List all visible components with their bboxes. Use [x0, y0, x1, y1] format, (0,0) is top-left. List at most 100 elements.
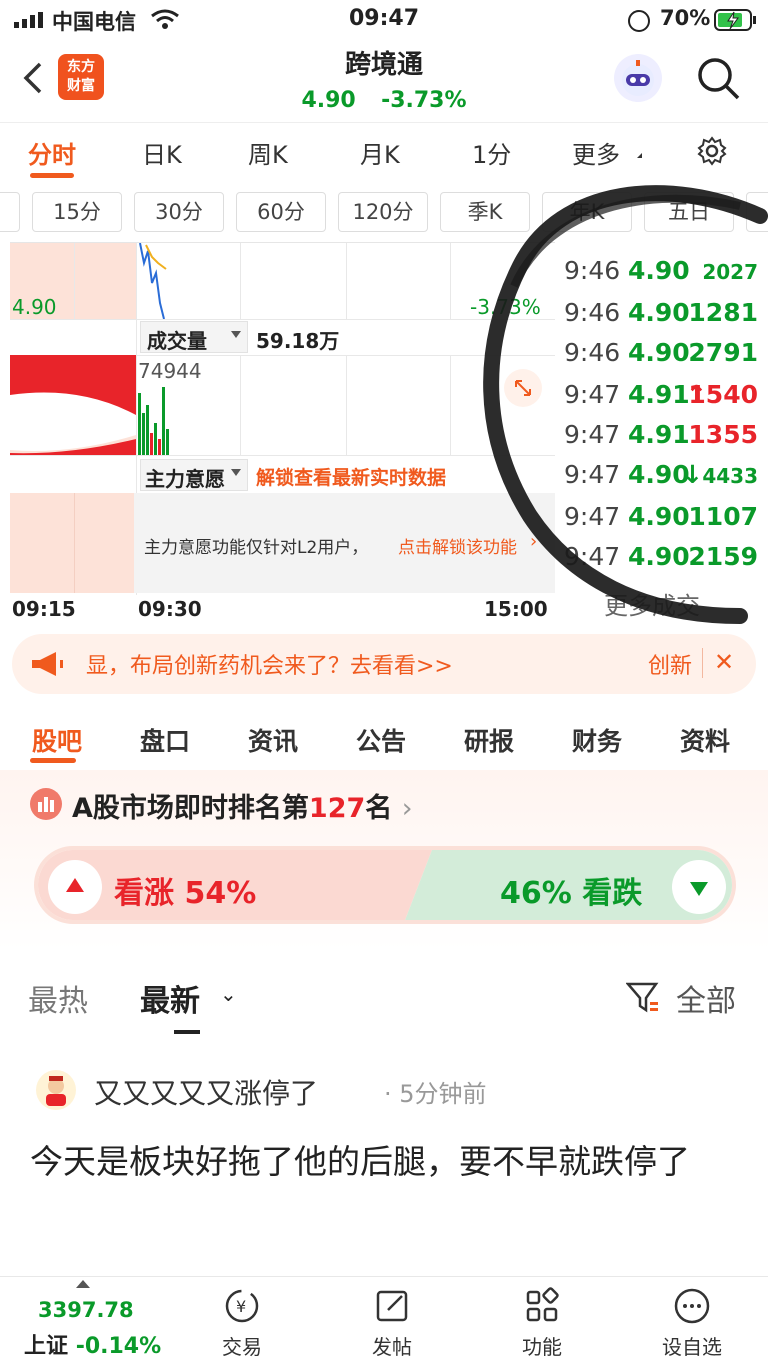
grid-line: [74, 493, 75, 593]
tab-1min[interactable]: 1分: [472, 135, 511, 170]
tab-day-k[interactable]: 日K: [142, 135, 182, 170]
ranking-icon: [30, 788, 62, 820]
bullish-button[interactable]: [48, 860, 102, 914]
auction-curve: [10, 355, 136, 455]
divider: [702, 648, 703, 678]
stock-change: -3.73%: [381, 88, 467, 113]
volume-indicator-select[interactable]: 成交量: [140, 321, 248, 353]
tab-research[interactable]: 研报: [464, 722, 514, 758]
bullish-percent: 54%: [184, 876, 257, 911]
active-tab-indicator: [30, 758, 76, 763]
chevron-down-icon: ⌄: [220, 982, 237, 1006]
post-author[interactable]: 又又又又又涨停了: [94, 1072, 318, 1112]
chart-period-tabs: 分时 日K 周K 月K 1分 更多: [0, 122, 768, 180]
grid-line: [346, 355, 347, 455]
chevron-right-icon: ›: [401, 793, 413, 824]
period-60min[interactable]: 60分: [236, 192, 326, 232]
battery-icon: [714, 8, 758, 32]
up-triangle-icon: [66, 878, 84, 892]
nav-trade[interactable]: ¥ 交易: [210, 1286, 274, 1360]
index-name: 上证: [24, 1334, 69, 1359]
price-line: [139, 243, 167, 319]
sort-hot[interactable]: 最热: [28, 976, 88, 1020]
user-avatar[interactable]: [36, 1070, 76, 1110]
more-caret-icon: [632, 153, 642, 158]
stock-price: 4.90: [301, 88, 356, 113]
nav-add-watchlist[interactable]: 设自选: [654, 1286, 730, 1360]
tab-news[interactable]: 资讯: [248, 722, 298, 758]
robot-assistant-icon[interactable]: [614, 54, 662, 102]
expand-up-icon[interactable]: [76, 1280, 90, 1288]
megaphone-icon: [30, 650, 70, 682]
tab-month-k[interactable]: 月K: [360, 135, 400, 170]
tab-profile[interactable]: 资料: [680, 722, 730, 758]
period-button-partial[interactable]: [0, 192, 20, 232]
sort-new[interactable]: 最新: [140, 976, 200, 1020]
battery-percent: 70%: [660, 6, 711, 30]
tab-guba[interactable]: 股吧: [32, 722, 82, 758]
nav-trade-label: 交易: [222, 1335, 262, 1359]
period-30min[interactable]: 30分: [134, 192, 224, 232]
nav-function[interactable]: 功能: [510, 1286, 574, 1360]
banner-tag: 创新: [648, 654, 693, 679]
more-dots-icon: [674, 1288, 710, 1324]
post-time-value: 5分钟前: [399, 1080, 487, 1108]
grid-line: [74, 243, 75, 319]
l2-notice-text: 主力意愿功能仅针对L2用户，: [144, 538, 369, 558]
svg-text:¥: ¥: [236, 1297, 246, 1316]
main-force-select[interactable]: 主力意愿: [140, 459, 248, 491]
period-15min[interactable]: 15分: [32, 192, 122, 232]
dropdown-caret-icon: [231, 331, 241, 338]
volume-label: 成交量: [147, 329, 207, 353]
tab-announcements[interactable]: 公告: [356, 722, 406, 758]
yuan-exchange-icon: ¥: [225, 1289, 259, 1323]
ranking-number: 127: [308, 793, 366, 824]
close-icon[interactable]: ✕: [714, 648, 734, 676]
bullish-label: 看涨 54%: [114, 868, 256, 912]
tab-more[interactable]: 更多: [572, 135, 620, 170]
nav-post[interactable]: 发帖: [360, 1286, 424, 1360]
index-value[interactable]: 3397.78: [38, 1298, 134, 1322]
tab-week-k[interactable]: 周K: [248, 135, 288, 170]
volume-number: 74944: [138, 359, 202, 383]
bearish-text: 看跌: [582, 876, 643, 911]
post-body[interactable]: 今天是板块好拖了他的后腿，要不早就跌停了: [30, 1136, 750, 1188]
market-ranking[interactable]: A股市场即时排名第127名 ›: [72, 786, 413, 825]
lock-rotation-icon: [628, 10, 650, 32]
unlock-realtime-link[interactable]: 解锁查看最新实时数据: [256, 463, 446, 490]
grid-line: [240, 355, 241, 455]
volume-bars: [138, 387, 169, 455]
bearish-button[interactable]: [672, 860, 726, 914]
index-change: -0.14%: [75, 1334, 162, 1359]
bullish-text: 看涨: [114, 876, 174, 911]
tab-intraday[interactable]: 分时: [28, 135, 76, 170]
main-force-label: 主力意愿: [145, 467, 225, 491]
tab-order-book[interactable]: 盘口: [140, 722, 190, 758]
section-tabs: 股吧 盘口 资讯 公告 研报 财务 资料: [0, 716, 768, 768]
volume-value: 59.18万: [256, 329, 340, 353]
nav-add-watchlist-label: 设自选: [662, 1335, 722, 1359]
promo-banner[interactable]: 显，布局创新药机会来了？去看看>> 创新 ✕: [12, 634, 756, 694]
period-120min[interactable]: 120分: [338, 192, 428, 232]
dropdown-caret-icon: [231, 469, 241, 476]
clock: 09:47: [348, 6, 420, 31]
filter-all[interactable]: 全部: [676, 976, 736, 1020]
status-bar: 中国电信 09:47 70%: [0, 0, 768, 40]
tab-financials[interactable]: 财务: [572, 722, 622, 758]
scribble-annotation: [483, 185, 768, 624]
ranking-suffix: 名: [365, 793, 393, 824]
time-axis-open: 09:30: [138, 597, 202, 621]
search-icon[interactable]: [696, 56, 740, 100]
grid-line: [240, 243, 241, 319]
bearish-label: 46% 看跌: [500, 868, 642, 912]
nav-post-label: 发帖: [372, 1335, 412, 1359]
main-force-locked-area: [10, 493, 134, 593]
bearish-percent: 46%: [500, 876, 572, 911]
time-axis-start: 09:15: [12, 597, 76, 621]
settings-gear-icon[interactable]: [696, 135, 728, 171]
index-summary[interactable]: 上证 -0.14%: [24, 1328, 161, 1360]
ranking-prefix: A股市场即时排名第: [72, 793, 309, 824]
nav-function-label: 功能: [522, 1335, 562, 1359]
compose-icon: [376, 1290, 408, 1322]
filter-icon[interactable]: [625, 980, 660, 1018]
